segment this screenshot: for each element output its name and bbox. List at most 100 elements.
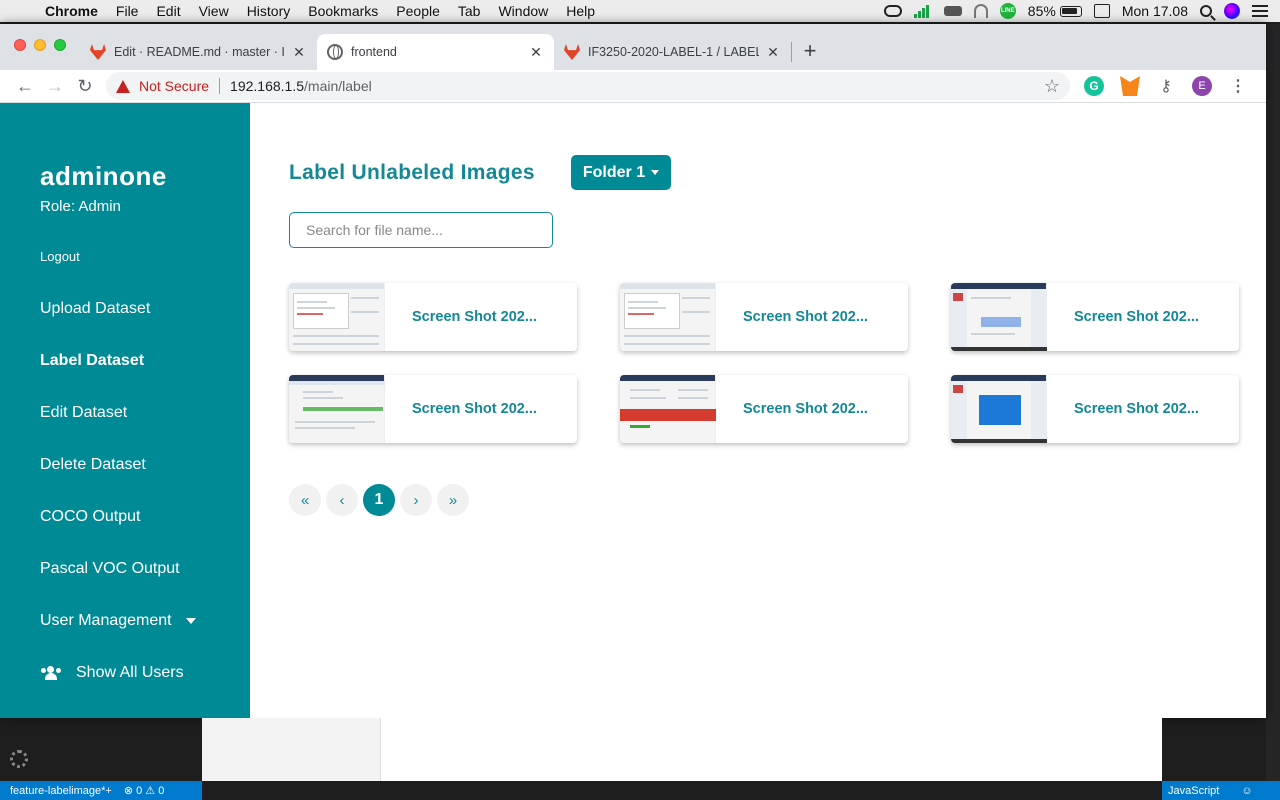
menu-window[interactable]: Window (489, 3, 557, 19)
username: adminone (40, 161, 167, 191)
logout-link[interactable]: Logout (40, 249, 250, 264)
background-editor-panel (202, 718, 1162, 781)
tab-close-icon[interactable]: ✕ (291, 44, 307, 61)
menu-history[interactable]: History (238, 3, 300, 19)
git-branch[interactable]: feature-labelimage*+ (10, 785, 112, 797)
spotlight-search-icon[interactable] (1200, 5, 1212, 17)
menu-tab[interactable]: Tab (449, 3, 490, 19)
docker-icon[interactable] (943, 6, 962, 16)
image-card[interactable]: Screen Shot 202... (289, 375, 577, 443)
image-file-name: Screen Shot 202... (412, 309, 537, 325)
macos-menubar: Chrome File Edit View History Bookmarks … (0, 0, 1280, 22)
gear-icon[interactable] (10, 750, 28, 768)
tab-gitlab-readme[interactable]: Edit · README.md · master · IF3250-2020-… (80, 34, 317, 70)
header-row: Label Unlabeled Images Folder 1 (289, 155, 1266, 190)
warning-icon[interactable] (116, 79, 130, 93)
security-status[interactable]: Not Secure (139, 78, 209, 94)
image-card[interactable]: Screen Shot 202... (620, 375, 908, 443)
image-thumbnail (289, 283, 385, 351)
image-card[interactable]: Screen Shot 202... (289, 283, 577, 351)
main-content: Label Unlabeled Images Folder 1 Search f… (250, 103, 1266, 718)
app-page: adminone Role: Admin Logout Upload Datas… (0, 103, 1266, 718)
sidebar-item-edit-dataset[interactable]: Edit Dataset (40, 404, 250, 422)
menu-edit[interactable]: Edit (147, 3, 189, 19)
new-tab-button[interactable]: + (792, 34, 828, 70)
search-input[interactable] (289, 212, 553, 248)
battery-percent: 85% (1027, 3, 1056, 19)
image-thumbnail (620, 375, 716, 443)
minimize-window-icon[interactable] (34, 39, 46, 51)
sidebar-item-coco-output[interactable]: COCO Output (40, 508, 250, 526)
creative-cloud-icon[interactable] (883, 5, 902, 17)
gitlab-icon (90, 44, 106, 60)
battery-status[interactable]: 85% (1028, 3, 1082, 19)
next-page-button[interactable]: › (400, 484, 432, 516)
sidebar-item-label-dataset[interactable]: Label Dataset (40, 352, 250, 370)
tab-frontend[interactable]: frontend ✕ (317, 34, 554, 70)
tab-strip: Edit · README.md · master · IF3250-2020-… (0, 24, 1266, 70)
clock[interactable]: Mon 17.08 (1122, 3, 1188, 19)
forward-button[interactable]: → (40, 72, 70, 100)
input-source-icon[interactable] (1093, 4, 1110, 18)
sidebar-item-label: COCO Output (40, 508, 141, 525)
menu-chrome[interactable]: Chrome (36, 3, 107, 19)
chrome-menu-icon[interactable]: ⋮ (1228, 76, 1248, 96)
image-file-name: Screen Shot 202... (412, 401, 537, 417)
tab-close-icon[interactable]: ✕ (765, 44, 781, 61)
folder-dropdown-button[interactable]: Folder 1 (570, 155, 672, 190)
vpn-icon[interactable] (973, 4, 988, 18)
image-file-name: Screen Shot 202... (1074, 401, 1199, 417)
url-path: /main/label (304, 78, 372, 94)
password-key-icon[interactable]: ⚷ (1156, 76, 1176, 96)
language-mode[interactable]: JavaScript (1168, 785, 1219, 797)
menu-file[interactable]: File (107, 3, 148, 19)
image-file-name: Screen Shot 202... (1074, 309, 1199, 325)
menu-bookmarks[interactable]: Bookmarks (299, 3, 387, 19)
image-card[interactable]: Screen Shot 202... (951, 375, 1239, 443)
back-button[interactable]: ← (10, 72, 40, 100)
background-editor-edge (1266, 24, 1280, 781)
grammarly-extension-icon[interactable]: G (1084, 76, 1104, 96)
menu-view[interactable]: View (190, 3, 238, 19)
sidebar-item-label: Upload Dataset (40, 300, 151, 317)
image-thumbnail (951, 375, 1047, 443)
current-page-button[interactable]: 1 (363, 484, 395, 516)
problems-count[interactable]: ⊗ 0 ⚠ 0 (124, 784, 164, 797)
chevron-down-icon (651, 170, 660, 175)
menu-people[interactable]: People (387, 3, 449, 19)
sidebar-item-show-all-users[interactable]: Show All Users (40, 664, 250, 682)
image-card[interactable]: Screen Shot 202... (620, 283, 908, 351)
metamask-extension-icon[interactable] (1120, 76, 1140, 96)
tab-close-icon[interactable]: ✕ (528, 44, 544, 61)
sidebar-item-user-management[interactable]: User Management (40, 612, 250, 630)
previous-page-button[interactable]: ‹ (326, 484, 358, 516)
image-thumbnail (620, 283, 716, 351)
reload-button[interactable]: ↻ (70, 72, 100, 100)
signal-icon[interactable] (913, 4, 932, 18)
chevron-down-icon (185, 618, 196, 624)
omnibox-divider (219, 78, 221, 94)
image-card[interactable]: Screen Shot 202... (951, 283, 1239, 351)
last-page-button[interactable]: » (437, 484, 469, 516)
image-thumbnail (289, 375, 385, 443)
sidebar-item-label: Delete Dataset (40, 456, 146, 473)
sidebar-item-pascal-voc-output[interactable]: Pascal VOC Output (40, 560, 250, 578)
feedback-icon[interactable]: ☺ (1241, 785, 1252, 797)
gitlab-icon (564, 44, 580, 60)
sidebar-item-upload-dataset[interactable]: Upload Dataset (40, 300, 250, 318)
siri-icon[interactable] (1224, 3, 1240, 19)
bookmark-star-icon[interactable]: ☆ (1044, 76, 1060, 97)
sidebar-item-delete-dataset[interactable]: Delete Dataset (40, 456, 250, 474)
tab-title: Edit · README.md · master · IF3250-2020-… (114, 45, 285, 59)
tab-title: IF3250-2020-LABEL-1 / LABEL (588, 45, 759, 59)
address-bar[interactable]: Not Secure 192.168.1.5/main/label ☆ (106, 72, 1070, 100)
line-app-icon[interactable]: LINE (999, 3, 1016, 19)
notification-center-icon[interactable] (1252, 5, 1268, 17)
profile-avatar[interactable]: E (1192, 76, 1212, 96)
menu-help[interactable]: Help (557, 3, 604, 19)
fullscreen-window-icon[interactable] (54, 39, 66, 51)
image-grid: Screen Shot 202... Screen Shot 202... Sc… (289, 283, 1266, 443)
close-window-icon[interactable] (14, 39, 26, 51)
tab-gitlab-label[interactable]: IF3250-2020-LABEL-1 / LABEL ✕ (554, 34, 791, 70)
first-page-button[interactable]: « (289, 484, 321, 516)
